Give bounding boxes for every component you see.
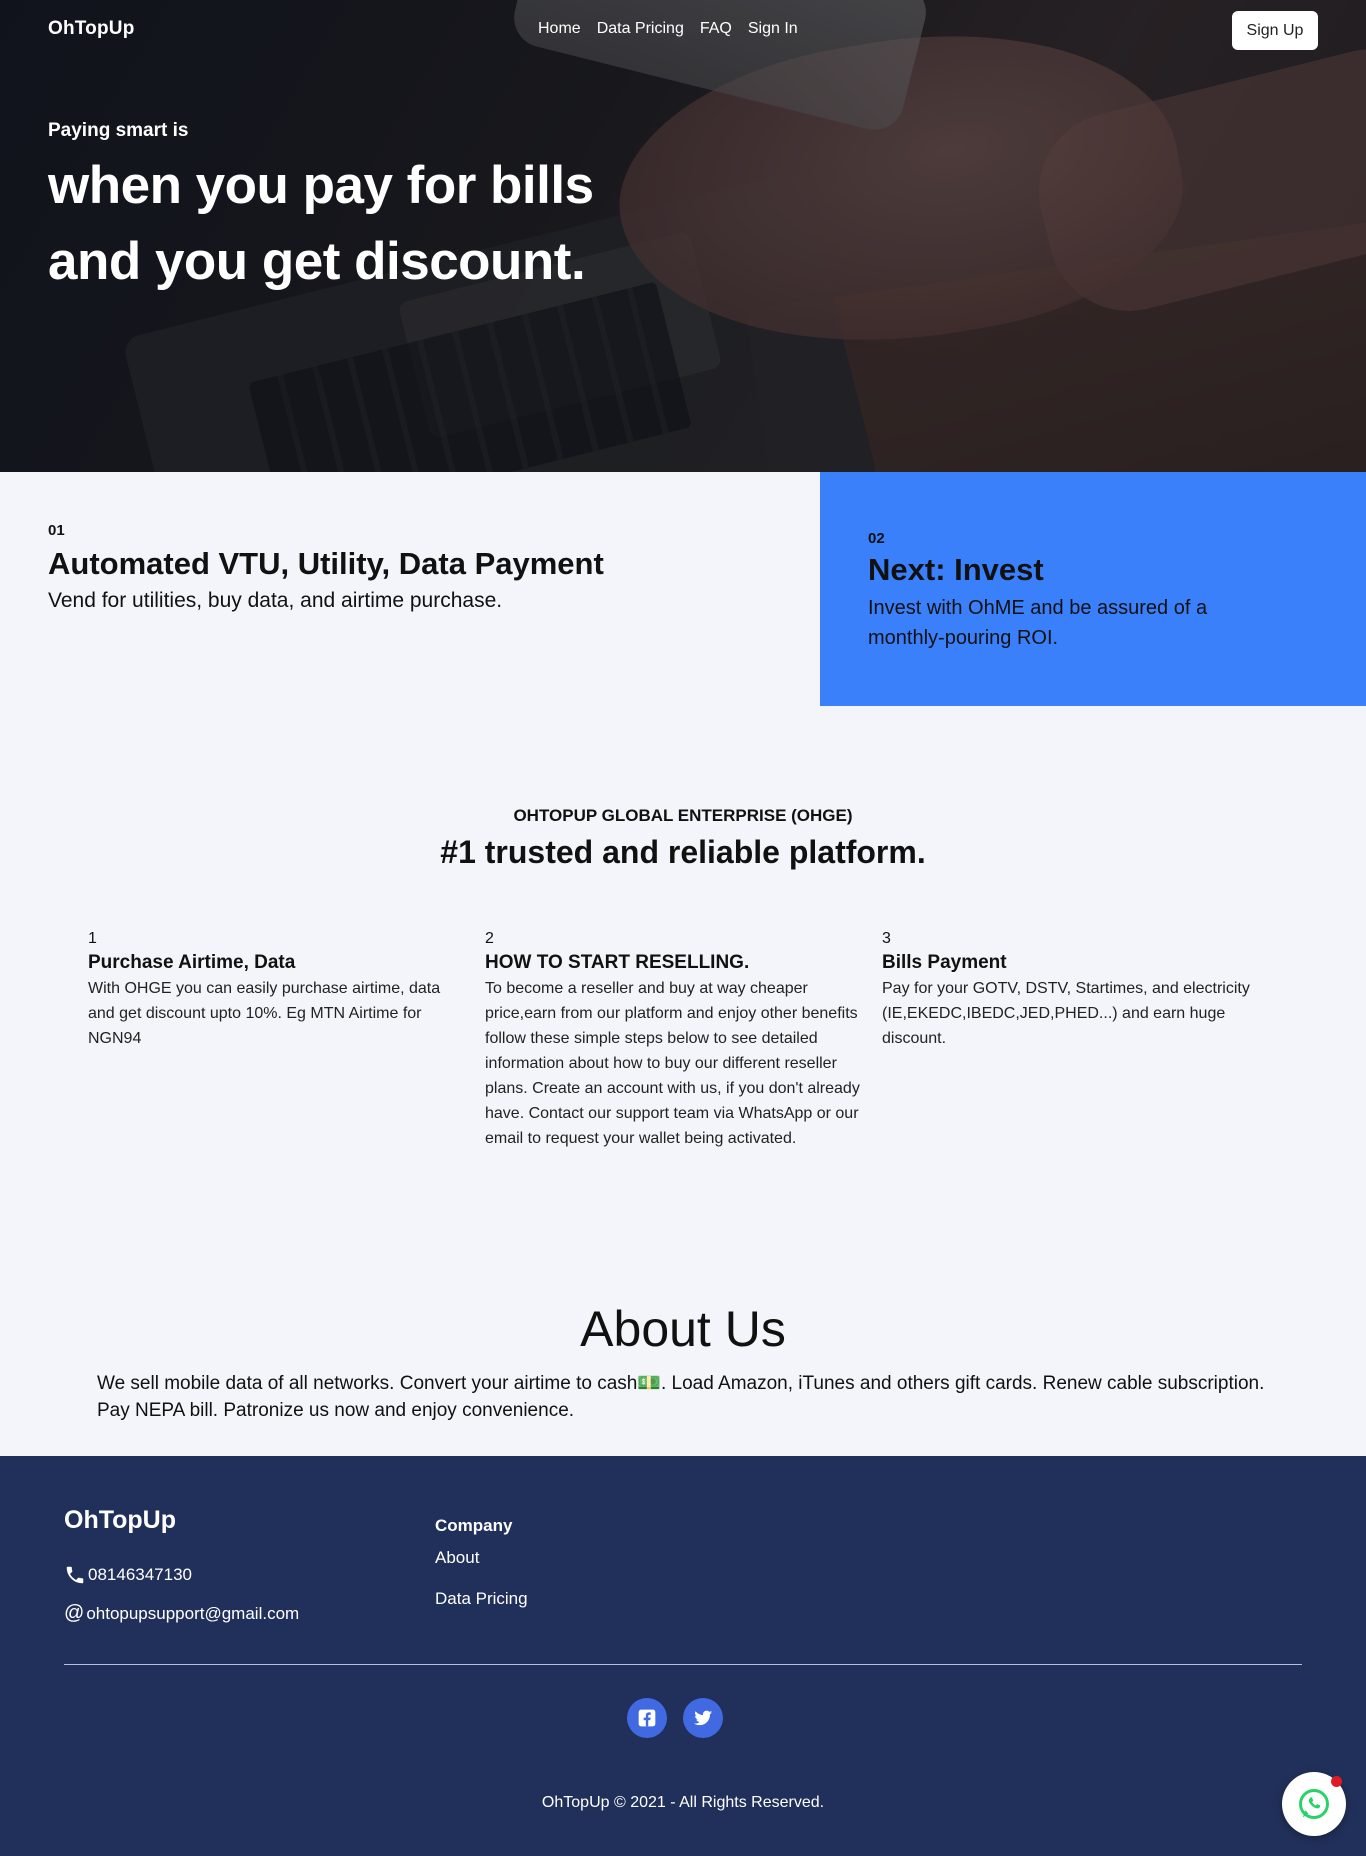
phone-icon: [66, 1566, 84, 1584]
facebook-icon[interactable]: [627, 1698, 667, 1738]
footer-link-data-pricing[interactable]: Data Pricing: [435, 1589, 528, 1609]
footer-company-heading: Company: [435, 1516, 513, 1535]
feature-description: Invest with OhME and be assured of a mon…: [868, 597, 1208, 649]
footer-email-address[interactable]: ohtopupsupport@gmail.com: [86, 1604, 299, 1624]
feature-vtu: 01 Automated VTU, Utility, Data Payment …: [48, 522, 608, 613]
feature-number: 01: [48, 522, 65, 539]
notification-dot: [1331, 1776, 1342, 1787]
service-number: 3: [882, 930, 891, 947]
feature-title: Automated VTU, Utility, Data Payment: [48, 546, 604, 581]
footer-phone: 08146347130: [64, 1564, 192, 1586]
footer-brand: OhTopUp: [64, 1506, 176, 1534]
trust-title: #1 trusted and reliable platform.: [440, 834, 926, 870]
about-title: About Us: [580, 1301, 786, 1357]
service-description: With OHGE you can easily purchase airtim…: [88, 980, 441, 1047]
twitter-icon[interactable]: [683, 1698, 723, 1738]
service-title: Purchase Airtime, Data: [88, 952, 296, 973]
sign-up-button[interactable]: Sign Up: [1232, 11, 1318, 50]
service-description: To become a reseller and buy at way chea…: [485, 980, 860, 1147]
service-column-reselling: 2 HOW TO START RESELLING. To become a re…: [485, 930, 865, 1151]
trust-kicker: OHTOPUP GLOBAL ENTERPRISE (OHGE): [513, 806, 853, 825]
top-navbar: OhTopUp Home Data Pricing FAQ Sign In Si…: [0, 0, 1366, 62]
about-text: We sell mobile data of all networks. Con…: [97, 1373, 1265, 1421]
whatsapp-icon: [1299, 1789, 1329, 1819]
whatsapp-chat-button[interactable]: [1282, 1772, 1346, 1836]
footer-phone-number[interactable]: 08146347130: [88, 1565, 192, 1585]
footer-email: @ ohtopupsupport@gmail.com: [64, 1602, 299, 1625]
footer-divider: [64, 1664, 1302, 1665]
feature-invest: 02 Next: Invest Invest with OhME and be …: [820, 472, 1366, 706]
service-column-airtime: 1 Purchase Airtime, Data With OHGE you c…: [88, 930, 468, 1051]
service-title: HOW TO START RESELLING.: [485, 952, 750, 973]
nav-link-sign-in[interactable]: Sign In: [748, 20, 798, 38]
copyright-text: OhTopUp © 2021 - All Rights Reserved.: [541, 1794, 825, 1811]
nav-links: Home Data Pricing FAQ Sign In: [538, 20, 798, 38]
footer: OhTopUp 08146347130 @ ohtopupsupport@gma…: [0, 1456, 1366, 1856]
hero-kicker: Paying smart is: [48, 120, 189, 141]
hero-title: when you pay for bills and you get disco…: [48, 156, 594, 291]
service-title: Bills Payment: [882, 952, 1007, 973]
at-icon: @: [64, 1602, 85, 1624]
brand-logo[interactable]: OhTopUp: [48, 18, 135, 40]
nav-link-home[interactable]: Home: [538, 20, 581, 38]
feature-description: Vend for utilities, buy data, and airtim…: [48, 589, 503, 612]
feature-number: 02: [868, 530, 885, 547]
nav-link-data-pricing[interactable]: Data Pricing: [597, 20, 684, 38]
feature-title: Next: Invest: [868, 552, 1044, 587]
service-number: 1: [88, 930, 97, 947]
service-number: 2: [485, 930, 494, 947]
hero-section: OhTopUp Home Data Pricing FAQ Sign In Si…: [0, 0, 1366, 472]
service-column-bills: 3 Bills Payment Pay for your GOTV, DSTV,…: [882, 930, 1262, 1051]
nav-link-faq[interactable]: FAQ: [700, 20, 732, 38]
footer-link-about[interactable]: About: [435, 1548, 479, 1568]
service-description: Pay for your GOTV, DSTV, Startimes, and …: [882, 980, 1250, 1047]
